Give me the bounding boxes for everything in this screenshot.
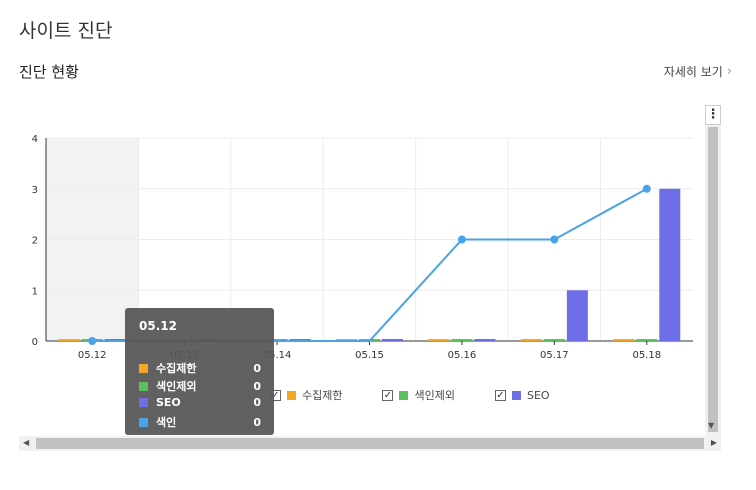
tooltip-value: 0: [253, 396, 261, 409]
bar-05.18-2: [659, 188, 681, 341]
y-tick-label: 2: [32, 236, 38, 247]
y-tick-label: 3: [32, 185, 38, 196]
tooltip-swatch-saekin: [139, 417, 148, 427]
tooltip-title: 05.12: [139, 319, 177, 333]
bar-05.16-0: [428, 339, 450, 341]
point-saekin-05.12: [88, 337, 97, 345]
x-tick-label: 05.16: [448, 350, 477, 361]
horizontal-scroll-thumb[interactable]: [36, 438, 704, 449]
point-saekin-05.17: [550, 235, 559, 244]
y-tick-label: 0: [32, 337, 38, 348]
y-tick-label: 1: [32, 286, 38, 297]
legend-item-suzip[interactable]: ✓ 수집제한: [270, 387, 342, 403]
point-saekin-05.18: [642, 184, 651, 193]
bar-05.18-1: [636, 339, 658, 341]
scroll-left-arrow-icon[interactable]: ◀: [23, 438, 29, 447]
legend-swatch-saekin-je: [399, 390, 409, 400]
legend-swatch-seo: [511, 390, 521, 400]
scroll-down-arrow-icon[interactable]: ▼: [708, 421, 714, 430]
diagnosis-chart: 0123405.1205.1305.1405.1505.1605.1705.18: [32, 134, 693, 361]
tooltip-label: SEO: [156, 396, 181, 409]
legend-checkbox-saekin-je[interactable]: ✓: [382, 389, 394, 401]
bar-05.15-2: [382, 339, 403, 341]
chart-tooltip: 05.12 수집제한 0 색인제외 0 SEO 0 색인 0: [125, 308, 274, 435]
bar-05.17-2: [566, 290, 588, 341]
scroll-right-arrow-icon[interactable]: ▶: [711, 438, 717, 447]
bar-05.12-0: [58, 339, 80, 341]
tooltip-value: 0: [253, 379, 261, 393]
vertical-scrollbar[interactable]: ⋮: [705, 105, 721, 436]
chart-menu-icon[interactable]: ⋮: [705, 105, 721, 125]
tooltip-label: 수집제한: [156, 362, 197, 375]
tooltip-value: 0: [253, 415, 261, 429]
legend-item-saekin-je[interactable]: ✓ 색인제외: [382, 387, 455, 403]
legend-checkbox-seo[interactable]: ✓: [494, 389, 506, 401]
legend-label-suzip: 수집제한: [302, 389, 343, 402]
tooltip-swatch-suzip: [139, 363, 148, 373]
tooltip-row-suzip: 수집제한 0: [139, 360, 261, 376]
tooltip-row-saekin: 색인 0: [139, 414, 261, 430]
y-tick-label: 4: [32, 134, 38, 145]
chart-legend: ✓ 수집제한 ✓ 색인제외 ✓ SEO: [270, 387, 550, 403]
tooltip-row-saekin-je: 색인제외 0: [139, 378, 261, 394]
legend-swatch-suzip: [287, 390, 296, 400]
legend-label-saekin-je: 색인제외: [414, 389, 455, 402]
point-saekin-05.16: [457, 235, 466, 244]
tooltip-row-seo: SEO 0: [139, 396, 261, 409]
tooltip-swatch-seo: [139, 398, 148, 407]
tooltip-label: 색인제외: [156, 380, 197, 393]
bar-05.17-0: [520, 339, 542, 341]
tooltip-swatch-saekin-je: [139, 381, 148, 391]
tooltip-label: 색인: [156, 416, 177, 429]
legend-label-seo: SEO: [526, 388, 550, 402]
horizontal-scrollbar[interactable]: ◀ ▶: [19, 436, 721, 451]
x-tick-label: 05.12: [78, 350, 107, 361]
bar-05.16-1: [451, 339, 473, 341]
x-tick-label: 05.18: [632, 350, 661, 361]
bar-05.17-1: [543, 339, 565, 341]
x-tick-label: 05.17: [540, 350, 569, 361]
vertical-scroll-thumb[interactable]: [708, 127, 718, 432]
tooltip-value: 0: [253, 361, 261, 375]
legend-item-seo[interactable]: ✓ SEO: [494, 387, 550, 403]
bar-05.16-2: [474, 339, 496, 341]
bar-05.18-0: [613, 339, 635, 341]
x-tick-label: 05.15: [355, 350, 384, 361]
